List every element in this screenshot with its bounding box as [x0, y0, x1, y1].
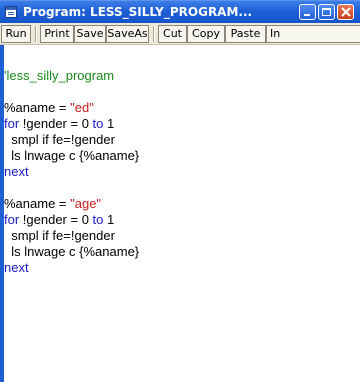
string-literal: "age": [70, 196, 102, 211]
keyword-next: next: [4, 164, 29, 179]
program-window-icon[interactable]: [5, 6, 17, 18]
print-button[interactable]: Print: [40, 25, 74, 43]
close-icon: [341, 7, 351, 17]
code-line-comment: 'less_silly_program: [4, 68, 115, 83]
toolbar-separator: [153, 26, 155, 42]
keyword-next: next: [4, 260, 29, 275]
insert-text-button[interactable]: In: [266, 25, 360, 43]
save-as-button[interactable]: SaveAs: [106, 25, 149, 43]
code-line-for: for !gender = 0 to 1: [4, 116, 114, 132]
maximize-button[interactable]: [318, 4, 335, 20]
code-line-assign: %aname = "ed": [4, 100, 94, 116]
toolbar: Run Print Save SaveAs Cut Copy Paste In: [0, 23, 360, 45]
copy-button[interactable]: Copy: [187, 25, 225, 43]
keyword-for: for: [4, 212, 20, 227]
code-line-smpl: smpl if fe=!gender: [4, 132, 115, 147]
toolbar-separator: [35, 26, 37, 42]
program-window: Program: LESS_SILLY_PROGRAM... Run Print…: [0, 0, 360, 382]
keyword-for: for: [4, 116, 20, 131]
keyword-to: to: [92, 116, 104, 131]
code-text: 1: [103, 212, 115, 227]
code-line-for: for !gender = 0 to 1: [4, 212, 114, 228]
title-bar[interactable]: Program: LESS_SILLY_PROGRAM...: [0, 0, 360, 23]
paste-button[interactable]: Paste: [225, 25, 266, 43]
save-button[interactable]: Save: [74, 25, 106, 43]
code-text: !gender = 0: [19, 212, 93, 227]
code-text: !gender = 0: [19, 116, 93, 131]
window-title: Program: LESS_SILLY_PROGRAM...: [23, 5, 253, 19]
string-literal: "ed": [70, 100, 94, 115]
code-text: %aname =: [4, 196, 71, 211]
code-line-assign: %aname = "age": [4, 196, 101, 212]
cut-button[interactable]: Cut: [158, 25, 187, 43]
code-text: 1: [103, 116, 115, 131]
code-line-ls: ls lnwage c {%aname}: [4, 244, 140, 259]
run-button[interactable]: Run: [1, 25, 31, 43]
close-button[interactable]: [337, 4, 354, 20]
code-text: %aname =: [4, 100, 71, 115]
code-editor[interactable]: 'less_silly_program %aname = "ed" for !g…: [0, 45, 360, 382]
minimize-button[interactable]: [299, 4, 316, 20]
code-line-ls: ls lnwage c {%aname}: [4, 148, 140, 163]
keyword-to: to: [92, 212, 104, 227]
code-line-smpl: smpl if fe=!gender: [4, 228, 115, 243]
